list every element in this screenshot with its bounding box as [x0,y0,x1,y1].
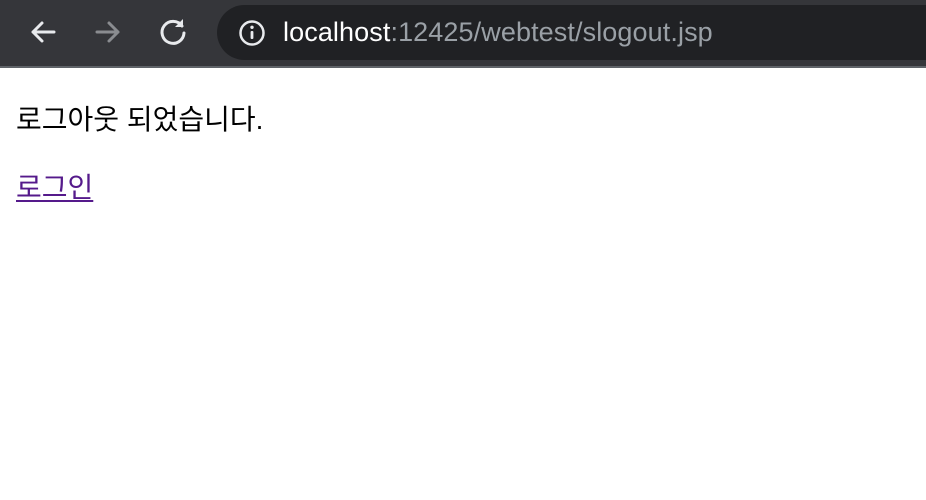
page-content: 로그아웃 되었습니다. 로그인 [16,100,263,208]
browser-toolbar: localhost:12425/webtest/slogout.jsp [0,0,926,68]
reload-button[interactable] [155,14,191,50]
forward-button[interactable] [90,14,126,50]
url-text: localhost:12425/webtest/slogout.jsp [283,17,713,48]
url-host: localhost [283,17,391,47]
reload-icon [160,19,186,45]
login-link[interactable]: 로그인 [16,168,93,208]
arrow-left-icon [31,21,56,43]
url-path: :12425/webtest/slogout.jsp [390,17,713,47]
logout-message: 로그아웃 되었습니다. [16,104,264,135]
back-button[interactable] [25,14,61,50]
arrow-right-icon [95,21,120,43]
address-bar[interactable]: localhost:12425/webtest/slogout.jsp [217,5,926,60]
info-icon[interactable] [237,18,267,48]
